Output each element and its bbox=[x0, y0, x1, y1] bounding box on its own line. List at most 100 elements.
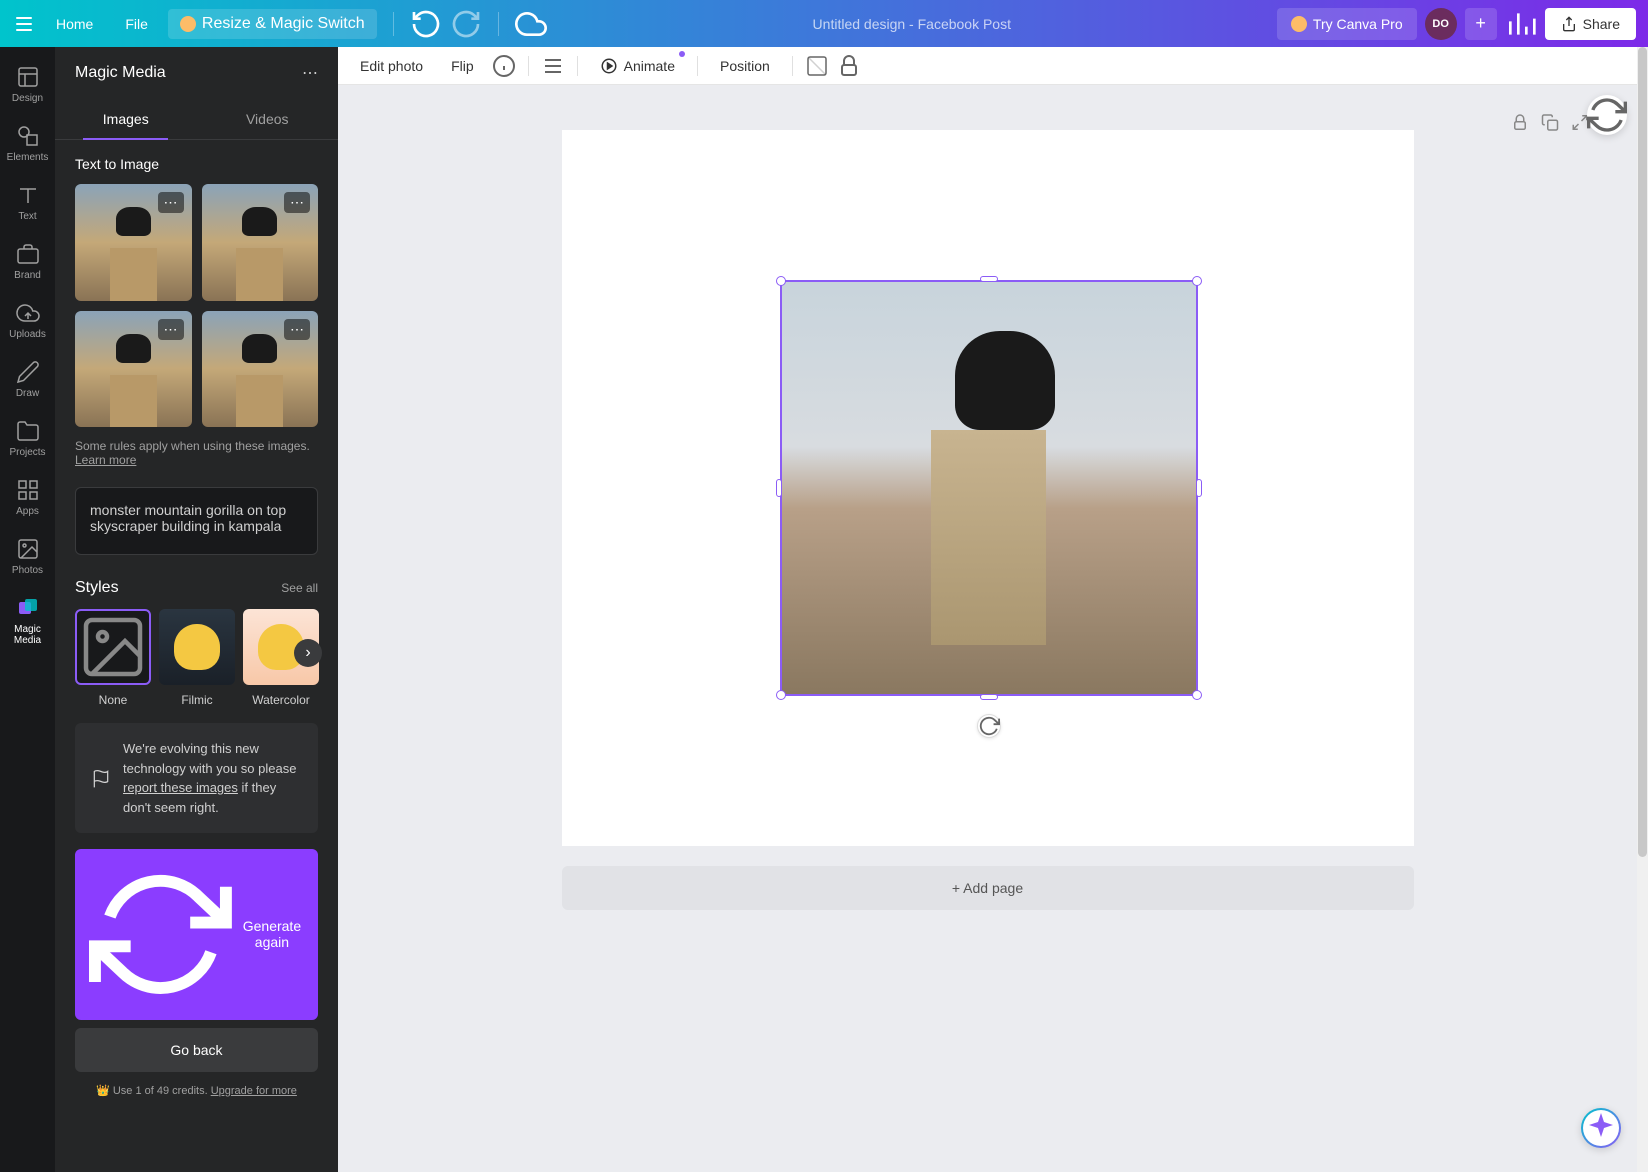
sidebar-item-magic-media[interactable]: Magic Media bbox=[0, 586, 55, 656]
resize-handle-mb[interactable] bbox=[980, 694, 998, 700]
divider bbox=[697, 56, 698, 76]
style-label: Filmic bbox=[181, 693, 212, 707]
go-back-button[interactable]: Go back bbox=[75, 1028, 318, 1072]
analytics-icon[interactable] bbox=[1505, 8, 1537, 40]
resize-handle-ml[interactable] bbox=[776, 479, 782, 497]
lock-icon[interactable] bbox=[837, 54, 861, 78]
panel-header: Magic Media ⋯ bbox=[55, 47, 338, 99]
styles-title: Styles bbox=[75, 579, 119, 597]
rotate-handle[interactable] bbox=[977, 714, 1001, 738]
position-button[interactable]: Position bbox=[710, 52, 780, 80]
hamburger-icon[interactable] bbox=[12, 12, 36, 36]
image-more-icon[interactable]: ⋯ bbox=[158, 319, 184, 340]
feedback-text: We're evolving this new technology with … bbox=[123, 739, 302, 817]
resize-handle-br[interactable] bbox=[1192, 690, 1202, 700]
nav-label: Magic Media bbox=[4, 624, 51, 646]
generated-image-2[interactable]: ⋯ bbox=[202, 184, 319, 301]
ai-assist-float-button[interactable] bbox=[1581, 1108, 1621, 1148]
style-filmic[interactable]: Filmic bbox=[159, 609, 235, 707]
report-images-link[interactable]: report these images bbox=[123, 780, 238, 795]
cloud-upload-icon bbox=[16, 301, 40, 325]
regenerate-float-button[interactable] bbox=[1587, 95, 1627, 135]
generated-image-4[interactable]: ⋯ bbox=[202, 311, 319, 428]
pencil-icon bbox=[16, 360, 40, 384]
try-canva-pro-button[interactable]: Try Canva Pro bbox=[1277, 8, 1417, 40]
sidebar-item-brand[interactable]: Brand bbox=[0, 232, 55, 291]
header-left: Home File Resize & Magic Switch bbox=[12, 8, 547, 40]
styles-header: Styles See all bbox=[55, 563, 338, 609]
sidebar-item-text[interactable]: Text bbox=[0, 173, 55, 232]
header-right: Try Canva Pro DO + Share bbox=[1277, 8, 1636, 40]
see-all-link[interactable]: See all bbox=[281, 581, 318, 595]
usage-note: Some rules apply when using these images… bbox=[55, 427, 338, 479]
template-icon bbox=[16, 65, 40, 89]
divider bbox=[393, 12, 394, 36]
home-button[interactable]: Home bbox=[44, 10, 105, 38]
add-member-button[interactable]: + bbox=[1465, 8, 1497, 40]
divider bbox=[528, 56, 529, 76]
edit-photo-button[interactable]: Edit photo bbox=[350, 52, 433, 80]
flag-icon bbox=[91, 741, 111, 817]
lock-page-icon[interactable] bbox=[1511, 111, 1529, 134]
generated-image-3[interactable]: ⋯ bbox=[75, 311, 192, 428]
generated-images-grid: ⋯ ⋯ ⋯ ⋯ bbox=[55, 184, 338, 427]
prompt-textarea[interactable]: monster mountain gorilla on top skyscrap… bbox=[75, 487, 318, 555]
style-none[interactable]: None bbox=[75, 609, 151, 707]
add-page-button[interactable]: + Add page bbox=[562, 866, 1414, 910]
sidebar-item-uploads[interactable]: Uploads bbox=[0, 291, 55, 350]
upgrade-link[interactable]: Upgrade for more bbox=[211, 1085, 297, 1097]
tab-videos[interactable]: Videos bbox=[197, 99, 339, 139]
resize-handle-tr[interactable] bbox=[1192, 276, 1202, 286]
styles-next-icon[interactable]: › bbox=[294, 639, 322, 667]
crown-icon bbox=[1291, 16, 1307, 32]
cloud-sync-icon[interactable] bbox=[515, 8, 547, 40]
folder-icon bbox=[16, 419, 40, 443]
transparency-icon[interactable] bbox=[805, 54, 829, 78]
more-icon[interactable]: ⋯ bbox=[302, 63, 318, 83]
sidebar-item-design[interactable]: Design bbox=[0, 55, 55, 114]
sidebar-item-photos[interactable]: Photos bbox=[0, 527, 55, 586]
sidebar-narrow: Design Elements Text Brand Uploads Draw … bbox=[0, 47, 55, 1172]
sidebar-item-elements[interactable]: Elements bbox=[0, 114, 55, 173]
flip-button[interactable]: Flip bbox=[441, 52, 484, 80]
resize-label: Resize & Magic Switch bbox=[202, 15, 365, 33]
share-button[interactable]: Share bbox=[1545, 8, 1636, 40]
resize-handle-bl[interactable] bbox=[776, 690, 786, 700]
sidebar-item-apps[interactable]: Apps bbox=[0, 468, 55, 527]
nav-label: Brand bbox=[14, 270, 41, 281]
vertical-scrollbar[interactable] bbox=[1637, 47, 1648, 1172]
canvas-page[interactable] bbox=[562, 130, 1414, 846]
sidebar-item-projects[interactable]: Projects bbox=[0, 409, 55, 468]
canvas-area[interactable]: + Add page bbox=[338, 85, 1637, 1172]
selected-image[interactable] bbox=[780, 280, 1198, 696]
resize-handle-mt[interactable] bbox=[980, 276, 998, 282]
undo-icon[interactable] bbox=[410, 8, 442, 40]
image-more-icon[interactable]: ⋯ bbox=[284, 319, 310, 340]
file-button[interactable]: File bbox=[113, 10, 160, 38]
scrollbar-thumb[interactable] bbox=[1638, 47, 1647, 857]
note-text: Some rules apply when using these images… bbox=[75, 439, 310, 453]
generate-again-button[interactable]: Generate again bbox=[75, 849, 318, 1020]
resize-handle-mr[interactable] bbox=[1196, 479, 1202, 497]
styles-row: None Filmic Watercolor › bbox=[55, 609, 338, 707]
generated-image-1[interactable]: ⋯ bbox=[75, 184, 192, 301]
image-more-icon[interactable]: ⋯ bbox=[158, 192, 184, 213]
try-pro-label: Try Canva Pro bbox=[1313, 16, 1403, 32]
avatar[interactable]: DO bbox=[1425, 8, 1457, 40]
resize-handle-tl[interactable] bbox=[776, 276, 786, 286]
image-more-icon[interactable]: ⋯ bbox=[284, 192, 310, 213]
animate-button[interactable]: Animate bbox=[590, 51, 685, 81]
learn-more-link[interactable]: Learn more bbox=[75, 453, 136, 467]
tab-images[interactable]: Images bbox=[55, 99, 197, 139]
nav-label: Elements bbox=[7, 152, 49, 163]
info-icon[interactable] bbox=[492, 54, 516, 78]
document-title[interactable]: Untitled design - Facebook Post bbox=[813, 16, 1011, 32]
style-label: None bbox=[99, 693, 128, 707]
nav-label: Photos bbox=[12, 565, 43, 576]
duplicate-page-icon[interactable] bbox=[1541, 111, 1559, 134]
redo-icon[interactable] bbox=[450, 8, 482, 40]
resize-magic-switch-button[interactable]: Resize & Magic Switch bbox=[168, 9, 377, 39]
sidebar-item-draw[interactable]: Draw bbox=[0, 350, 55, 409]
list-icon[interactable] bbox=[541, 54, 565, 78]
divider bbox=[577, 56, 578, 76]
